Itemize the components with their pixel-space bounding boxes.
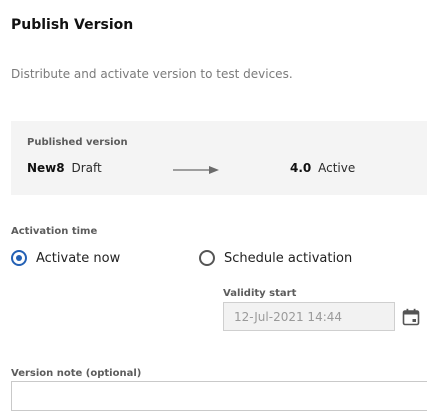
radio-activate-now[interactable]: Activate now [11, 248, 120, 268]
version-note-label: Version note (optional) [11, 368, 142, 379]
activation-time-label: Activation time [11, 226, 98, 237]
target-version-name: 4.0 [290, 161, 312, 175]
validity-start-label: Validity start [223, 288, 297, 299]
radio-schedule-activation[interactable]: Schedule activation [199, 248, 352, 268]
current-version-name: New8 [27, 161, 65, 175]
version-note-input[interactable] [11, 381, 427, 411]
target-version: 4.0 Active [290, 161, 355, 175]
radio-schedule-activation-indicator[interactable] [199, 250, 215, 266]
current-version: New8 Draft [27, 161, 102, 175]
target-version-status: Active [318, 161, 356, 175]
published-version-panel: Published version New8 Draft 4.0 Active [11, 121, 427, 195]
page-title: Publish Version [11, 17, 134, 33]
radio-activate-now-indicator[interactable] [11, 250, 27, 266]
validity-start-input[interactable] [223, 302, 395, 331]
arrow-right-icon [173, 166, 219, 174]
radio-selected-dot [16, 255, 22, 261]
page-subtitle: Distribute and activate version to test … [11, 67, 293, 81]
radio-schedule-activation-label[interactable]: Schedule activation [224, 251, 352, 266]
published-version-heading: Published version [27, 137, 128, 148]
calendar-icon[interactable] [401, 307, 421, 327]
radio-activate-now-label[interactable]: Activate now [36, 251, 120, 266]
current-version-status: Draft [71, 161, 102, 175]
